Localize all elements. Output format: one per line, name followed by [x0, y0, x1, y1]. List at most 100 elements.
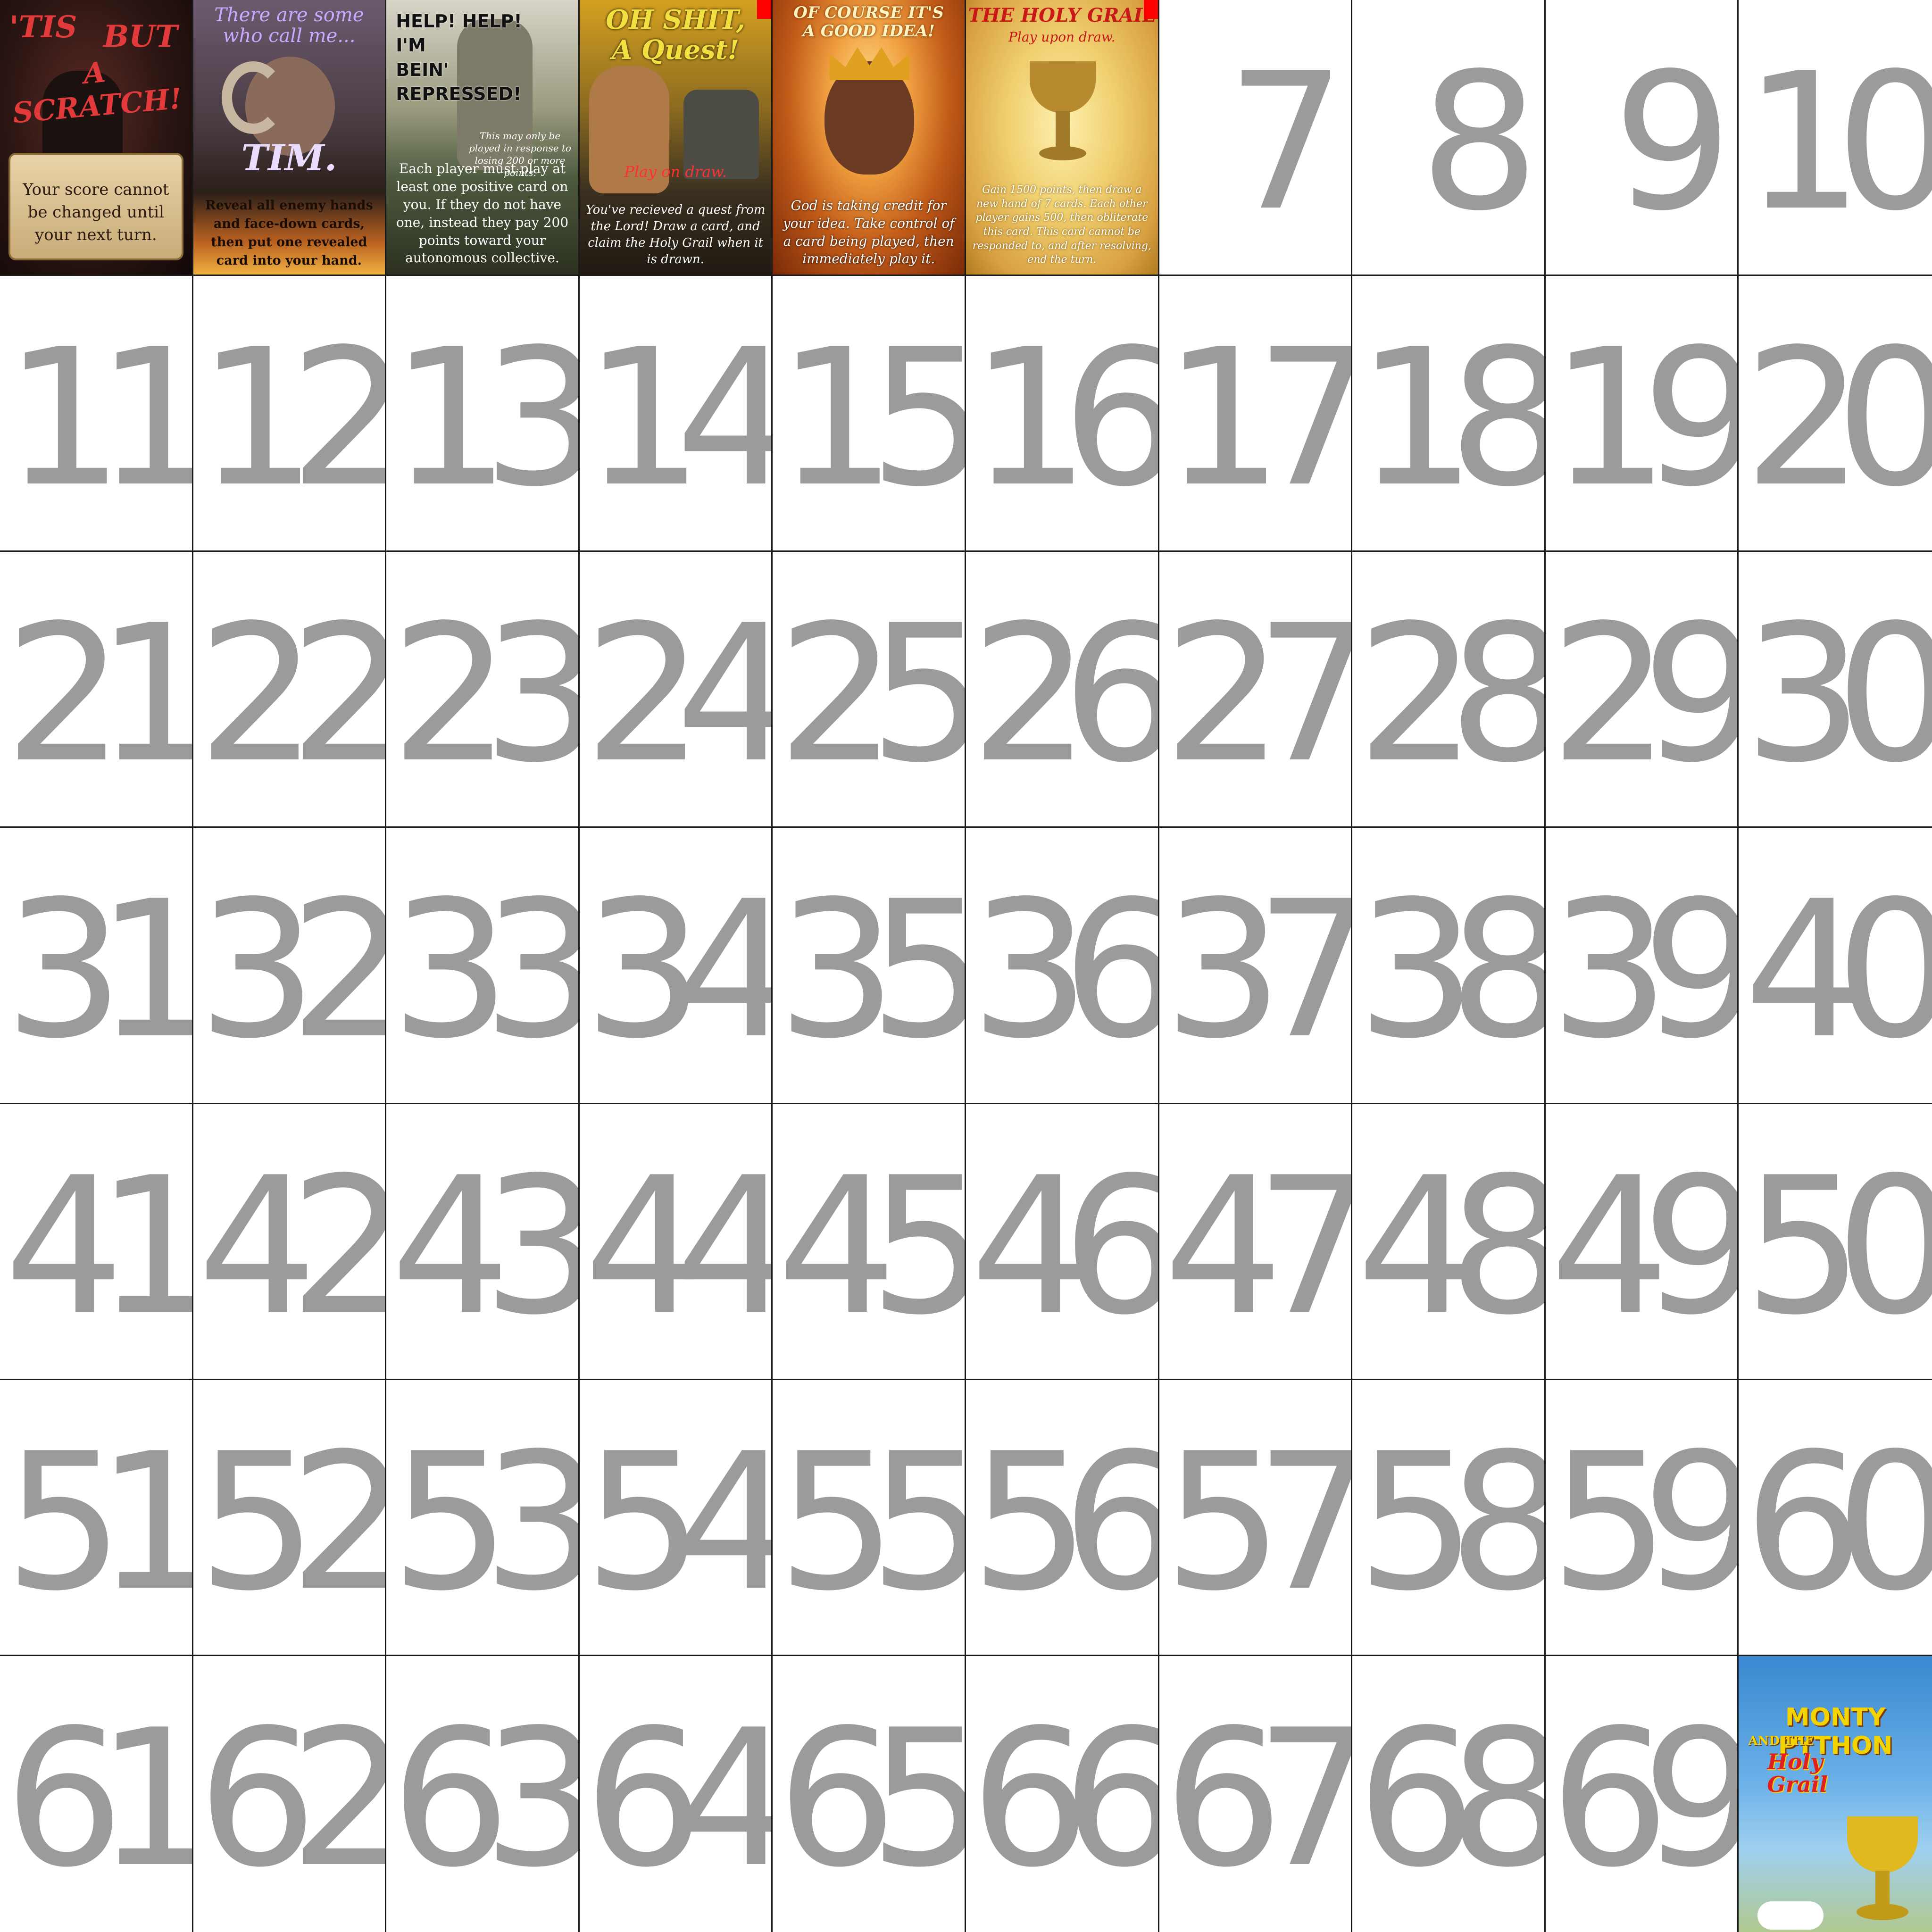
card-slot-32[interactable]: 32: [193, 828, 387, 1104]
card-slot-66[interactable]: 66: [966, 1656, 1159, 1932]
card-slot-58[interactable]: 58: [1352, 1380, 1546, 1656]
card-slot-63[interactable]: 63: [386, 1656, 580, 1932]
slot-number: 29: [1549, 585, 1738, 805]
logo-title-line: Grail: [1767, 1772, 1828, 1798]
card-slot-53[interactable]: 53: [386, 1380, 580, 1656]
card-slot-36[interactable]: 36: [966, 828, 1159, 1104]
card-slot-1[interactable]: 'TIS BUT A SCRATCH! Your score cannot be…: [0, 0, 193, 276]
card-text: Gain 1500 points, then draw a new hand o…: [972, 184, 1151, 266]
card-slot-6[interactable]: THE HOLY GRAIL Play upon draw. Gain 1500…: [966, 0, 1159, 276]
card-title-line: A Quest!: [612, 34, 740, 66]
card-slot-5[interactable]: OF COURSE IT'S A GOOD IDEA! God is takin…: [773, 0, 966, 276]
card-name: TIM.: [241, 137, 337, 179]
card-help-repressed[interactable]: HELP! HELP! I'M BEIN' REPRESSED! This ma…: [386, 0, 578, 275]
card-a-quest[interactable]: OH SHIT, A Quest! Play on draw. You've r…: [579, 0, 772, 275]
card-slot-67[interactable]: 67: [1159, 1656, 1353, 1932]
card-slot-14[interactable]: 14: [579, 276, 773, 552]
card-slot-28[interactable]: 28: [1352, 552, 1546, 828]
card-slot-70[interactable]: MONTY PYTHON AND THE Holy Grail: [1739, 1656, 1932, 1932]
logo-subtitle: AND THE: [1748, 1733, 1814, 1748]
card-slot-37[interactable]: 37: [1159, 828, 1353, 1104]
slot-number: 65: [777, 1690, 965, 1909]
card-play-condition: Play on draw.: [624, 163, 727, 181]
card-good-idea[interactable]: OF COURSE IT'S A GOOD IDEA! God is takin…: [773, 0, 965, 275]
card-text: You've recieved a quest from the Lord! D…: [585, 202, 766, 267]
card-slot-2[interactable]: There are some who call me... TIM. Revea…: [193, 0, 387, 276]
slot-number: 28: [1357, 585, 1544, 805]
card-slot-12[interactable]: 12: [193, 276, 387, 552]
card-title: OF COURSE IT'S A GOOD IDEA!: [773, 3, 965, 41]
card-slot-40[interactable]: 40: [1739, 828, 1932, 1104]
card-slot-46[interactable]: 46: [966, 1104, 1159, 1380]
card-slot-39[interactable]: 39: [1545, 828, 1739, 1104]
card-slot-20[interactable]: 20: [1739, 276, 1932, 552]
card-slot-24[interactable]: 24: [579, 552, 773, 828]
card-slot-7[interactable]: 7: [1159, 0, 1353, 276]
card-slot-23[interactable]: 23: [386, 552, 580, 828]
card-text: Reveal all enemy hands and face-down car…: [205, 198, 373, 268]
card-slot-38[interactable]: 38: [1352, 828, 1546, 1104]
card-slot-41[interactable]: 41: [0, 1104, 193, 1380]
card-slot-64[interactable]: 64: [579, 1656, 773, 1932]
card-slot-43[interactable]: 43: [386, 1104, 580, 1380]
card-slot-35[interactable]: 35: [773, 828, 966, 1104]
card-slot-45[interactable]: 45: [773, 1104, 966, 1380]
card-slot-27[interactable]: 27: [1159, 552, 1353, 828]
card-slot-33[interactable]: 33: [386, 828, 580, 1104]
card-slot-59[interactable]: 59: [1545, 1380, 1739, 1656]
card-slot-13[interactable]: 13: [386, 276, 580, 552]
card-slot-50[interactable]: 50: [1739, 1104, 1932, 1380]
card-play-condition: Play upon draw.: [1008, 29, 1116, 45]
card-slot-10[interactable]: 10: [1739, 0, 1932, 276]
card-slot-4[interactable]: OH SHIT, A Quest! Play on draw. You've r…: [579, 0, 773, 276]
card-slot-69[interactable]: 69: [1545, 1656, 1739, 1932]
card-slot-65[interactable]: 65: [773, 1656, 966, 1932]
card-holy-grail[interactable]: THE HOLY GRAIL Play upon draw. Gain 1500…: [966, 0, 1158, 275]
card-slot-18[interactable]: 18: [1352, 276, 1546, 552]
slot-number: 9: [1612, 33, 1732, 253]
card-slot-42[interactable]: 42: [193, 1104, 387, 1380]
slot-number: 68: [1357, 1690, 1544, 1909]
card-slot-19[interactable]: 19: [1545, 276, 1739, 552]
card-slot-55[interactable]: 55: [773, 1380, 966, 1656]
slot-number: 11: [4, 309, 192, 529]
slot-number: 55: [777, 1413, 965, 1632]
card-tim[interactable]: There are some who call me... TIM. Revea…: [193, 0, 385, 275]
card-slot-21[interactable]: 21: [0, 552, 193, 828]
red-marker: [1143, 0, 1158, 19]
ram-horn-icon: [221, 61, 285, 134]
card-slot-25[interactable]: 25: [773, 552, 966, 828]
card-slot-49[interactable]: 49: [1545, 1104, 1739, 1380]
card-slot-11[interactable]: 11: [0, 276, 193, 552]
card-slot-9[interactable]: 9: [1545, 0, 1739, 276]
card-slot-47[interactable]: 47: [1159, 1104, 1353, 1380]
card-slot-17[interactable]: 17: [1159, 276, 1353, 552]
card-slot-15[interactable]: 15: [773, 276, 966, 552]
card-slot-22[interactable]: 22: [193, 552, 387, 828]
card-slot-57[interactable]: 57: [1159, 1380, 1353, 1656]
card-slot-60[interactable]: 60: [1739, 1380, 1932, 1656]
card-slot-26[interactable]: 26: [966, 552, 1159, 828]
card-slot-68[interactable]: 68: [1352, 1656, 1546, 1932]
slot-number: 46: [970, 1137, 1158, 1357]
card-tis-but-a-scratch[interactable]: 'TIS BUT A SCRATCH! Your score cannot be…: [0, 0, 192, 275]
card-slot-16[interactable]: 16: [966, 276, 1159, 552]
card-slot-54[interactable]: 54: [579, 1380, 773, 1656]
card-slot-61[interactable]: 61: [0, 1656, 193, 1932]
card-slot-31[interactable]: 31: [0, 828, 193, 1104]
card-slot-44[interactable]: 44: [579, 1104, 773, 1380]
card-slot-29[interactable]: 29: [1545, 552, 1739, 828]
card-slot-52[interactable]: 52: [193, 1380, 387, 1656]
card-slot-56[interactable]: 56: [966, 1380, 1159, 1656]
card-back-monty-python[interactable]: MONTY PYTHON AND THE Holy Grail: [1739, 1656, 1932, 1932]
card-title: OH SHIT, A Quest!: [580, 5, 772, 66]
card-slot-51[interactable]: 51: [0, 1380, 193, 1656]
card-slot-62[interactable]: 62: [193, 1656, 387, 1932]
card-title: BUT: [103, 19, 178, 54]
card-slot-34[interactable]: 34: [579, 828, 773, 1104]
card-slot-8[interactable]: 8: [1352, 0, 1546, 276]
slot-number: 8: [1419, 33, 1539, 253]
card-slot-3[interactable]: HELP! HELP! I'M BEIN' REPRESSED! This ma…: [386, 0, 580, 276]
card-slot-48[interactable]: 48: [1352, 1104, 1546, 1380]
card-slot-30[interactable]: 30: [1739, 552, 1932, 828]
